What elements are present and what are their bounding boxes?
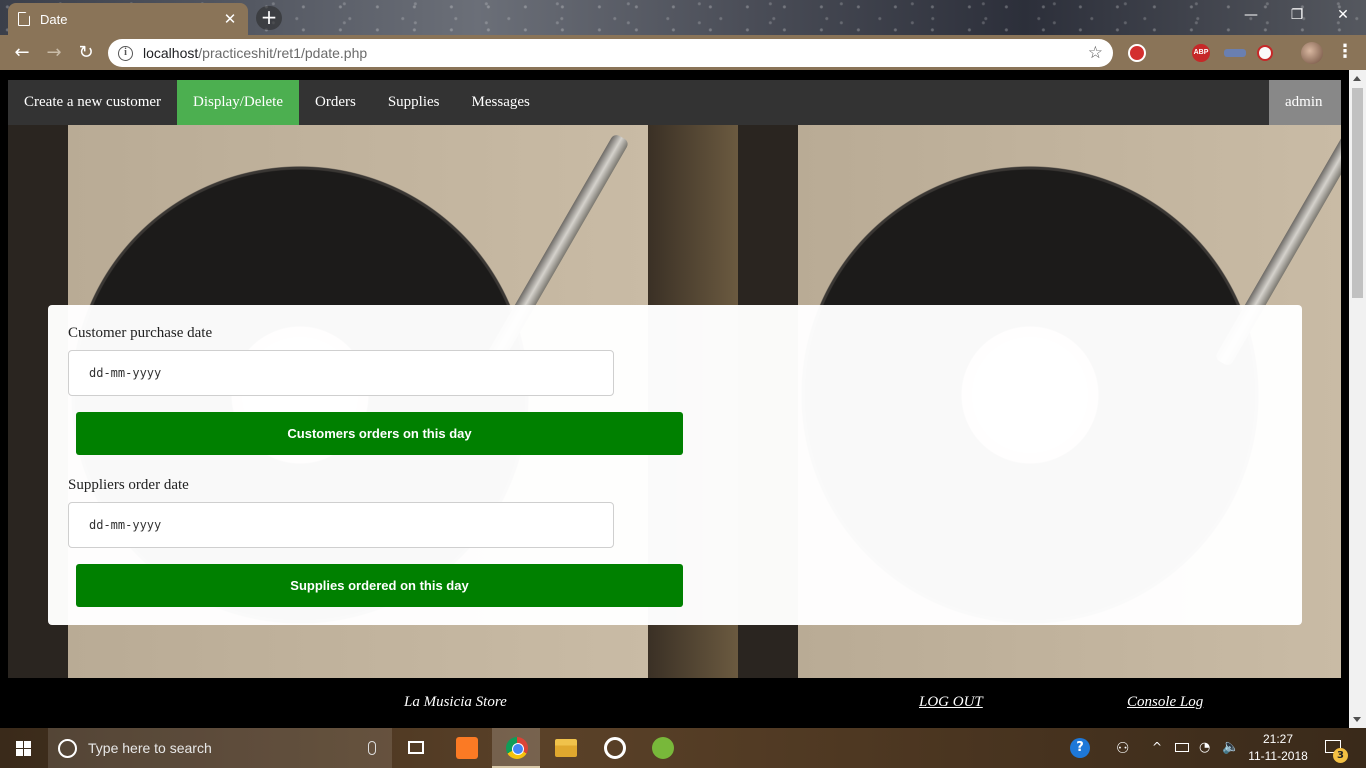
adblock-plus-icon[interactable]: ABP — [1192, 44, 1210, 62]
back-button[interactable]: ← — [8, 39, 36, 67]
volume-icon[interactable]: 🔈 — [1222, 739, 1239, 755]
nav-orders[interactable]: Orders — [299, 80, 372, 125]
utorrent-icon — [652, 737, 674, 759]
browser-title-bar: Date ✕ + — ❐ ✕ — [0, 0, 1366, 35]
window-controls: — ❐ ✕ — [1228, 0, 1366, 30]
start-button[interactable] — [0, 728, 48, 768]
windows-taskbar: Type here to search ? ⚇ ^ ◔ 🔈 21:27 11-1… — [0, 728, 1366, 768]
extension-icon[interactable] — [1224, 49, 1246, 57]
restore-button[interactable]: ❐ — [1274, 0, 1320, 30]
new-tab-button[interactable]: + — [256, 6, 282, 30]
taskbar-clock[interactable]: 21:27 11-11-2018 — [1247, 731, 1309, 765]
browser-tab[interactable]: Date ✕ — [8, 3, 248, 35]
site-info-icon[interactable]: i — [118, 45, 133, 61]
browser-toolbar: ← → ↻ i localhost/practiceshit/ret1/pdat… — [0, 35, 1366, 70]
app-icon — [604, 737, 626, 759]
date-form-panel: Customer purchase date dd-mm-yyyy Custom… — [48, 305, 1302, 625]
profile-avatar[interactable] — [1301, 42, 1323, 64]
tab-title: Date — [40, 11, 68, 27]
page-viewport: Create a new customer Display/Delete Ord… — [8, 80, 1341, 678]
show-hidden-icons-chevron-icon[interactable]: ^ — [1152, 740, 1162, 754]
address-bar[interactable]: i localhost/practiceshit/ret1/pdate.php … — [108, 39, 1113, 67]
windows-logo-icon — [16, 749, 23, 756]
url-path: /practiceshit/ret1/pdate.php — [198, 45, 368, 61]
nav-create-customer[interactable]: Create a new customer — [8, 80, 177, 125]
utorrent-button[interactable] — [638, 728, 686, 768]
file-explorer-button[interactable] — [541, 728, 589, 768]
url-text[interactable]: localhost/practiceshit/ret1/pdate.php — [143, 45, 1088, 61]
url-host: localhost — [143, 45, 199, 61]
close-tab-icon[interactable]: ✕ — [222, 10, 238, 28]
wifi-icon[interactable]: ◔ — [1199, 740, 1210, 755]
forward-button[interactable]: → — [40, 39, 68, 67]
page-favicon-icon — [18, 12, 30, 26]
windows-logo-icon — [24, 741, 31, 748]
supplies-ordered-button[interactable]: Supplies ordered on this day — [76, 564, 683, 607]
top-navigation: Create a new customer Display/Delete Ord… — [8, 80, 1341, 125]
people-icon[interactable]: ⚇ — [1116, 739, 1129, 757]
chrome-button[interactable] — [492, 728, 540, 768]
reload-button[interactable]: ↻ — [72, 39, 100, 67]
supplier-date-label: Suppliers order date — [68, 477, 189, 493]
microphone-icon[interactable] — [368, 741, 376, 755]
logout-link[interactable]: LOG OUT — [919, 694, 983, 711]
scroll-thumb[interactable] — [1352, 88, 1363, 298]
customer-date-label: Customer purchase date — [68, 325, 213, 341]
file-explorer-icon — [555, 739, 577, 757]
supplier-date-input[interactable]: dd-mm-yyyy — [68, 502, 614, 548]
app-button[interactable] — [590, 728, 638, 768]
console-log-link[interactable]: Console Log — [1127, 694, 1203, 711]
windows-logo-icon — [16, 741, 23, 748]
ublock-icon[interactable] — [1128, 44, 1146, 62]
xampp-button[interactable] — [442, 728, 490, 768]
minimize-button[interactable]: — — [1228, 0, 1274, 30]
browser-menu-icon[interactable]: ⋮ — [1336, 40, 1354, 64]
nav-spacer — [546, 80, 1269, 125]
nav-messages[interactable]: Messages — [456, 80, 546, 125]
close-window-button[interactable]: ✕ — [1320, 0, 1366, 30]
windows-logo-icon — [24, 749, 31, 756]
taskbar-search-box[interactable]: Type here to search — [48, 728, 392, 768]
clock-date: 11-11-2018 — [1248, 749, 1308, 763]
chrome-icon — [506, 737, 528, 759]
help-icon[interactable]: ? — [1070, 738, 1090, 758]
extension-icon[interactable] — [1257, 45, 1273, 61]
page-footer: La Musicia Store LOG OUT Console Log — [8, 678, 1341, 728]
nav-supplies[interactable]: Supplies — [372, 80, 456, 125]
customer-date-input[interactable]: dd-mm-yyyy — [68, 350, 614, 396]
task-view-button[interactable] — [392, 728, 440, 768]
bookmark-star-icon[interactable]: ☆ — [1088, 43, 1103, 63]
cortana-icon — [58, 738, 77, 758]
scroll-down-icon[interactable] — [1353, 717, 1361, 722]
xampp-icon — [456, 737, 478, 759]
task-view-icon — [408, 741, 424, 754]
clock-time: 21:27 — [1262, 732, 1294, 746]
notification-count-badge: 3 — [1333, 748, 1348, 763]
customer-orders-button[interactable]: Customers orders on this day — [76, 412, 683, 455]
store-name: La Musicia Store — [404, 694, 507, 710]
nav-admin[interactable]: admin — [1269, 80, 1341, 125]
nav-display-delete[interactable]: Display/Delete — [177, 80, 300, 125]
battery-icon[interactable] — [1175, 743, 1189, 752]
scroll-up-icon[interactable] — [1353, 76, 1361, 81]
page-scrollbar[interactable] — [1349, 70, 1366, 728]
search-placeholder: Type here to search — [88, 740, 212, 756]
